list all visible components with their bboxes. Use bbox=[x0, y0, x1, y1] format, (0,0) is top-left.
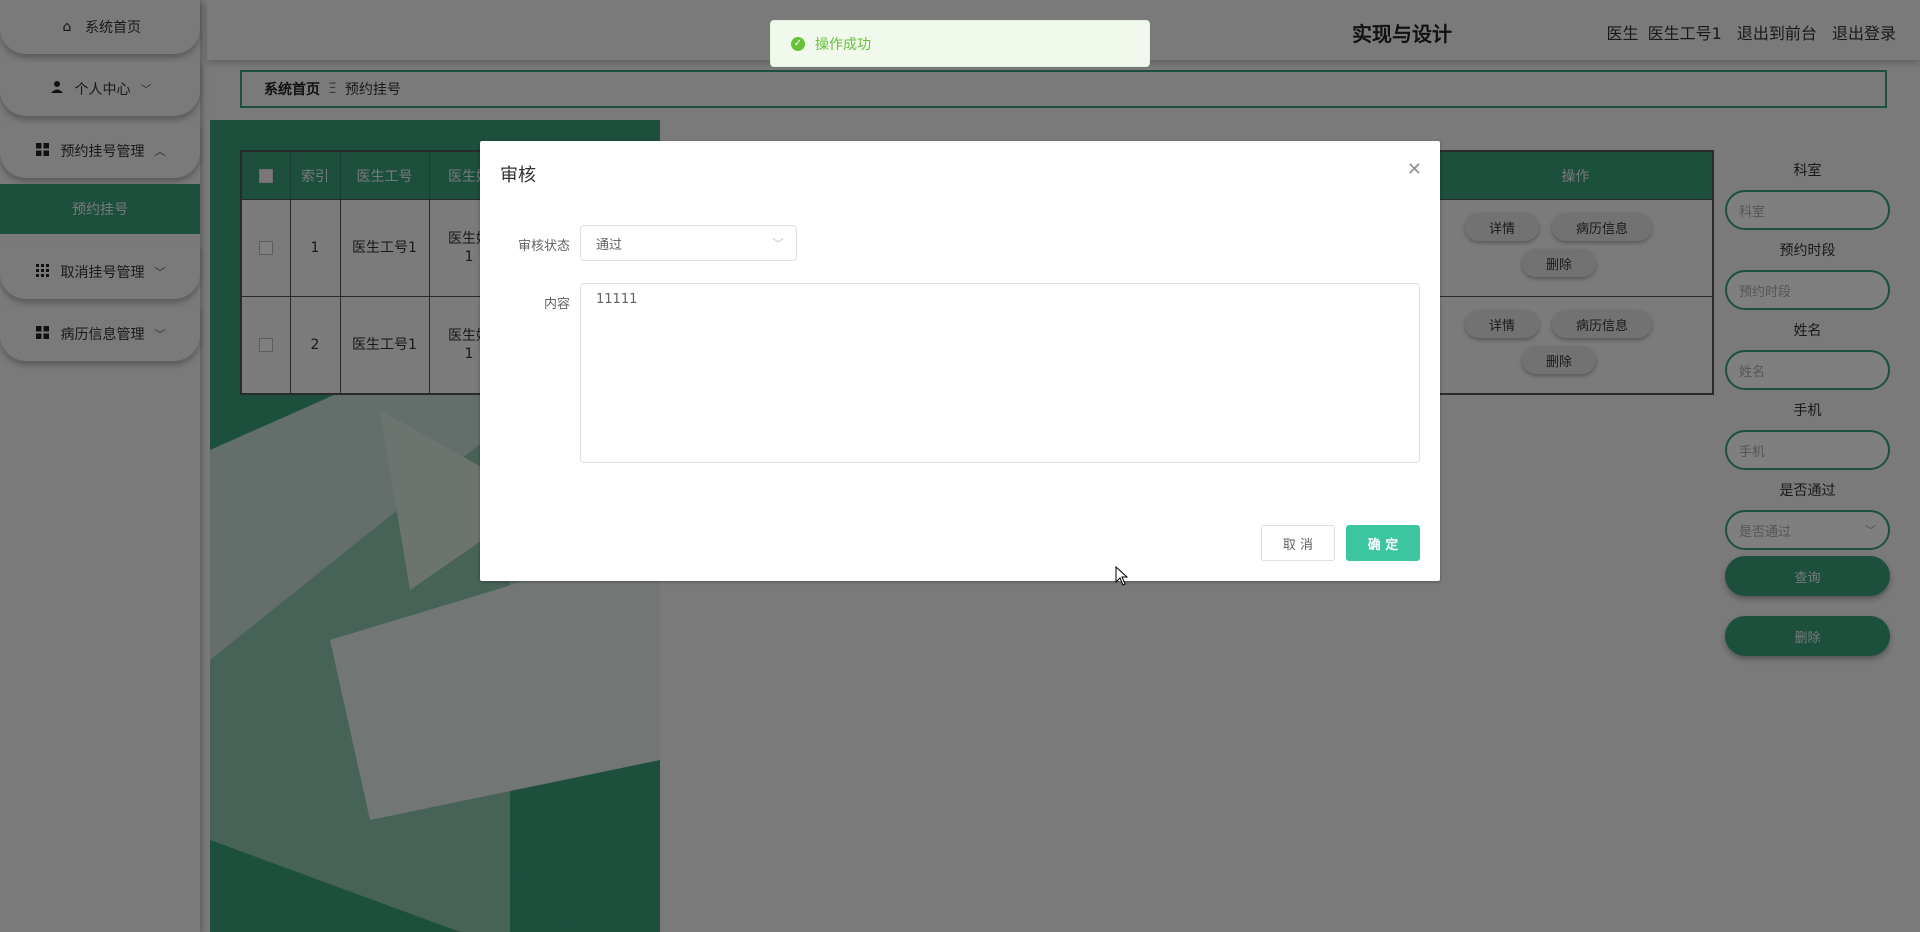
review-dialog: 审核 ✕ 审核状态 通过 ﹀ 内容 11111 取 消 确 定 bbox=[480, 141, 1440, 581]
mouse-cursor-icon bbox=[1115, 565, 1129, 590]
status-label: 审核状态 bbox=[517, 239, 570, 254]
status-select-value: 通过 bbox=[596, 237, 623, 253]
check-circle-icon: ✓ bbox=[791, 36, 805, 51]
toast-message: 操作成功 bbox=[815, 36, 871, 53]
success-toast: ✓ 操作成功 bbox=[770, 20, 1150, 67]
confirm-button[interactable]: 确 定 bbox=[1346, 525, 1420, 561]
status-select[interactable]: 通过 ﹀ bbox=[580, 225, 797, 261]
dialog-title: 审核 bbox=[500, 165, 536, 186]
content-textarea[interactable]: 11111 bbox=[580, 283, 1420, 463]
content-label: 内容 bbox=[543, 297, 570, 312]
chevron-down-icon: ﹀ bbox=[771, 237, 784, 251]
close-icon[interactable]: ✕ bbox=[1407, 159, 1422, 180]
cancel-button[interactable]: 取 消 bbox=[1261, 525, 1335, 561]
